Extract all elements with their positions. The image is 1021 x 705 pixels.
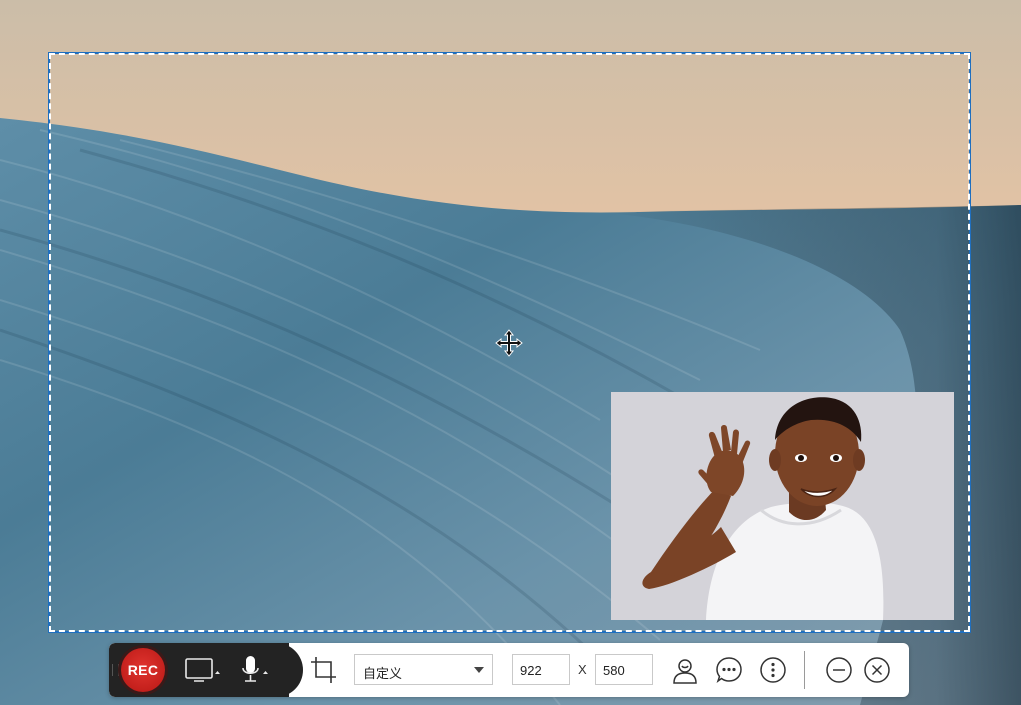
drag-handle-icon[interactable] [112,664,119,676]
close-icon[interactable] [863,656,891,684]
more-vertical-icon[interactable] [759,656,787,684]
crop-icon[interactable] [309,655,339,685]
chat-bubble-icon[interactable] [715,656,743,684]
recorder-toolbar: REC 自定义 922 X 580 [109,643,909,697]
person-icon[interactable] [671,656,699,684]
webcam-preview[interactable] [611,392,954,620]
monitor-icon[interactable] [184,655,224,685]
dimension-separator: X [578,662,587,677]
size-preset-select[interactable]: 自定义 [354,654,493,685]
move-cursor-icon[interactable] [495,329,523,357]
rec-button[interactable]: REC [121,648,165,692]
height-input[interactable]: 580 [595,654,653,685]
microphone-icon[interactable] [239,653,273,687]
webcam-person-image [611,392,954,620]
chevron-down-icon [474,667,484,673]
toolbar-divider [804,651,805,689]
minimize-icon[interactable] [825,656,853,684]
width-input[interactable]: 922 [512,654,570,685]
desktop-wallpaper: REC 自定义 922 X 580 [0,0,1021,705]
size-preset-value: 自定义 [363,666,403,681]
